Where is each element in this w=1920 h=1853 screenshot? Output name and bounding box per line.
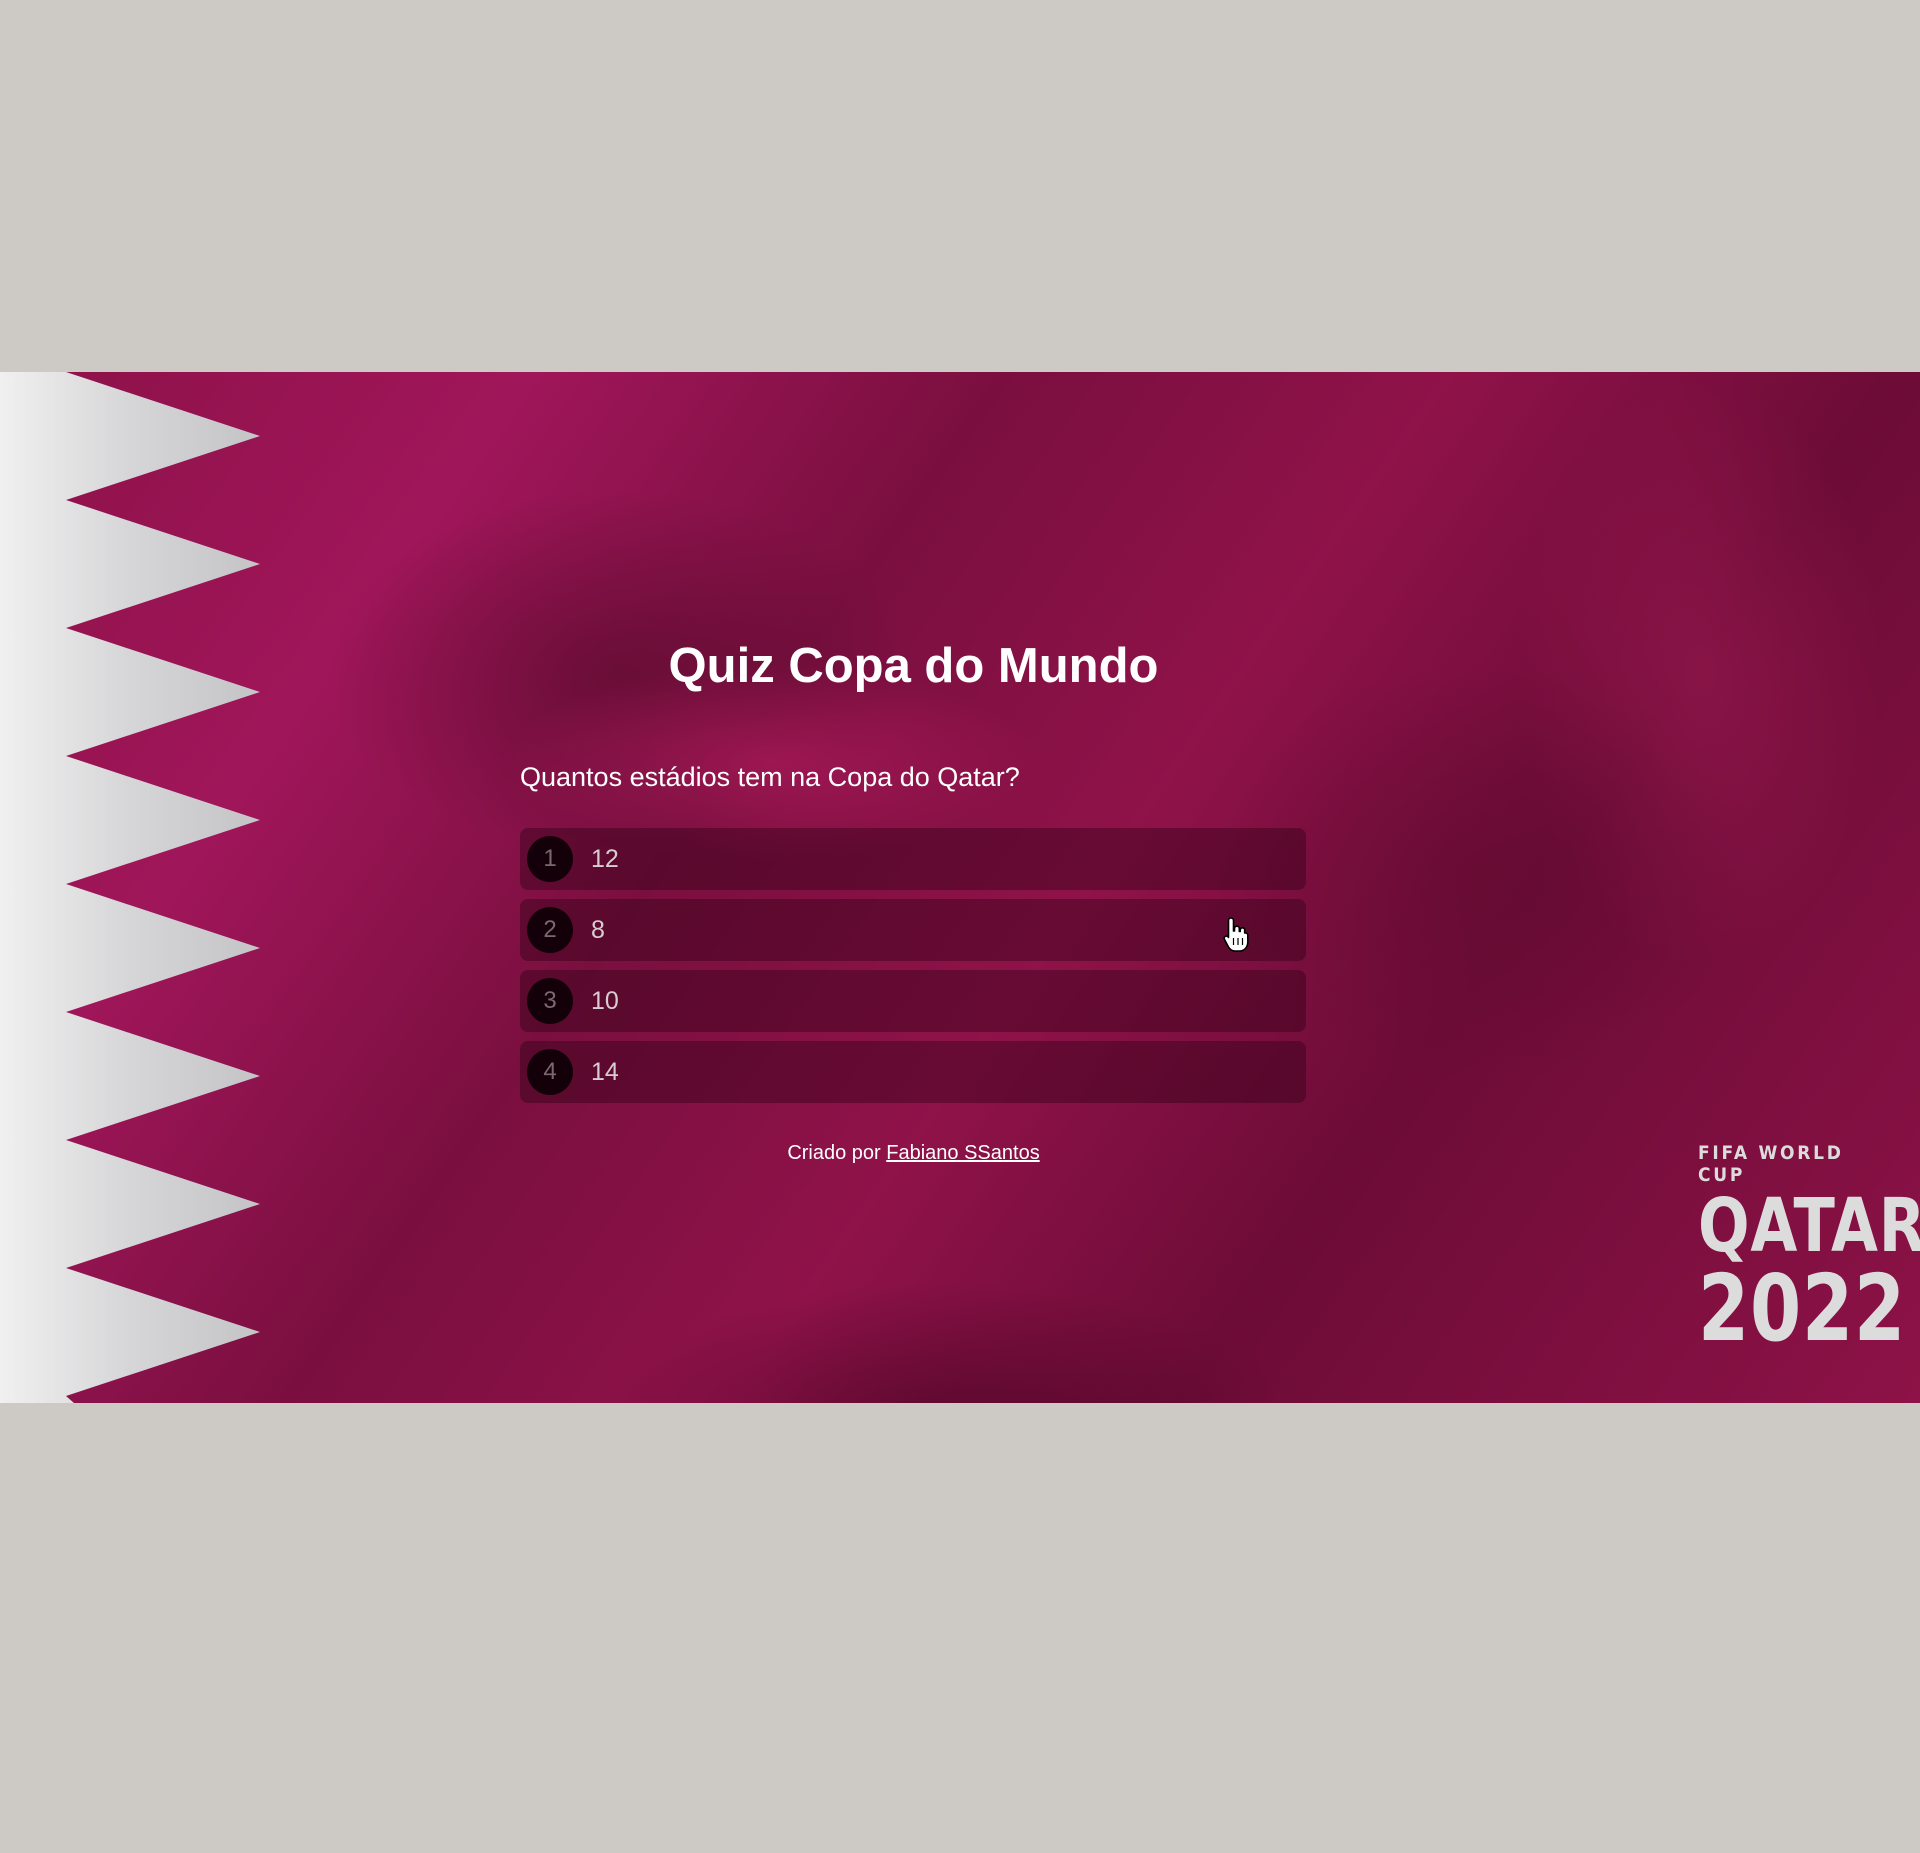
author-credit: Criado por Fabiano SSantos — [0, 1142, 1827, 1165]
fifa-world-cup-qatar-2022-logo: FIFA WORLD CUP QATAR 2022 — [1698, 1142, 1920, 1362]
logo-line-qatar: QATAR — [1698, 1183, 1920, 1269]
answer-option-1[interactable]: 1 12 — [520, 828, 1306, 890]
qatar-flag-banner: Quiz Copa do Mundo Quantos estádios tem … — [0, 372, 1920, 1403]
logo-line-year: 2022 — [1698, 1255, 1907, 1362]
quiz-question: Quantos estádios tem na Copa do Qatar? — [520, 762, 1020, 792]
option-number-badge: 1 — [527, 836, 573, 882]
answer-options: 1 12 2 8 3 10 4 14 — [520, 828, 1306, 1112]
option-label: 12 — [591, 844, 619, 873]
quiz-title: Quiz Copa do Mundo — [668, 639, 1159, 693]
answer-option-3[interactable]: 3 10 — [520, 970, 1306, 1032]
option-number-badge: 4 — [527, 1049, 573, 1095]
option-label: 10 — [591, 986, 619, 1015]
option-number-badge: 2 — [527, 907, 573, 953]
option-label: 14 — [591, 1057, 619, 1086]
flag-white-serrated-band — [0, 372, 260, 1403]
hand-pointer-icon — [1223, 917, 1249, 952]
logo-line-fifa-world-cup: FIFA WORLD CUP — [1698, 1142, 1844, 1186]
option-label: 8 — [591, 915, 605, 944]
author-link[interactable]: Fabiano SSantos — [886, 1142, 1039, 1164]
answer-option-2[interactable]: 2 8 — [520, 899, 1306, 961]
answer-option-4[interactable]: 4 14 — [520, 1041, 1306, 1103]
option-number-badge: 3 — [527, 978, 573, 1024]
credit-prefix: Criado por — [787, 1142, 887, 1164]
